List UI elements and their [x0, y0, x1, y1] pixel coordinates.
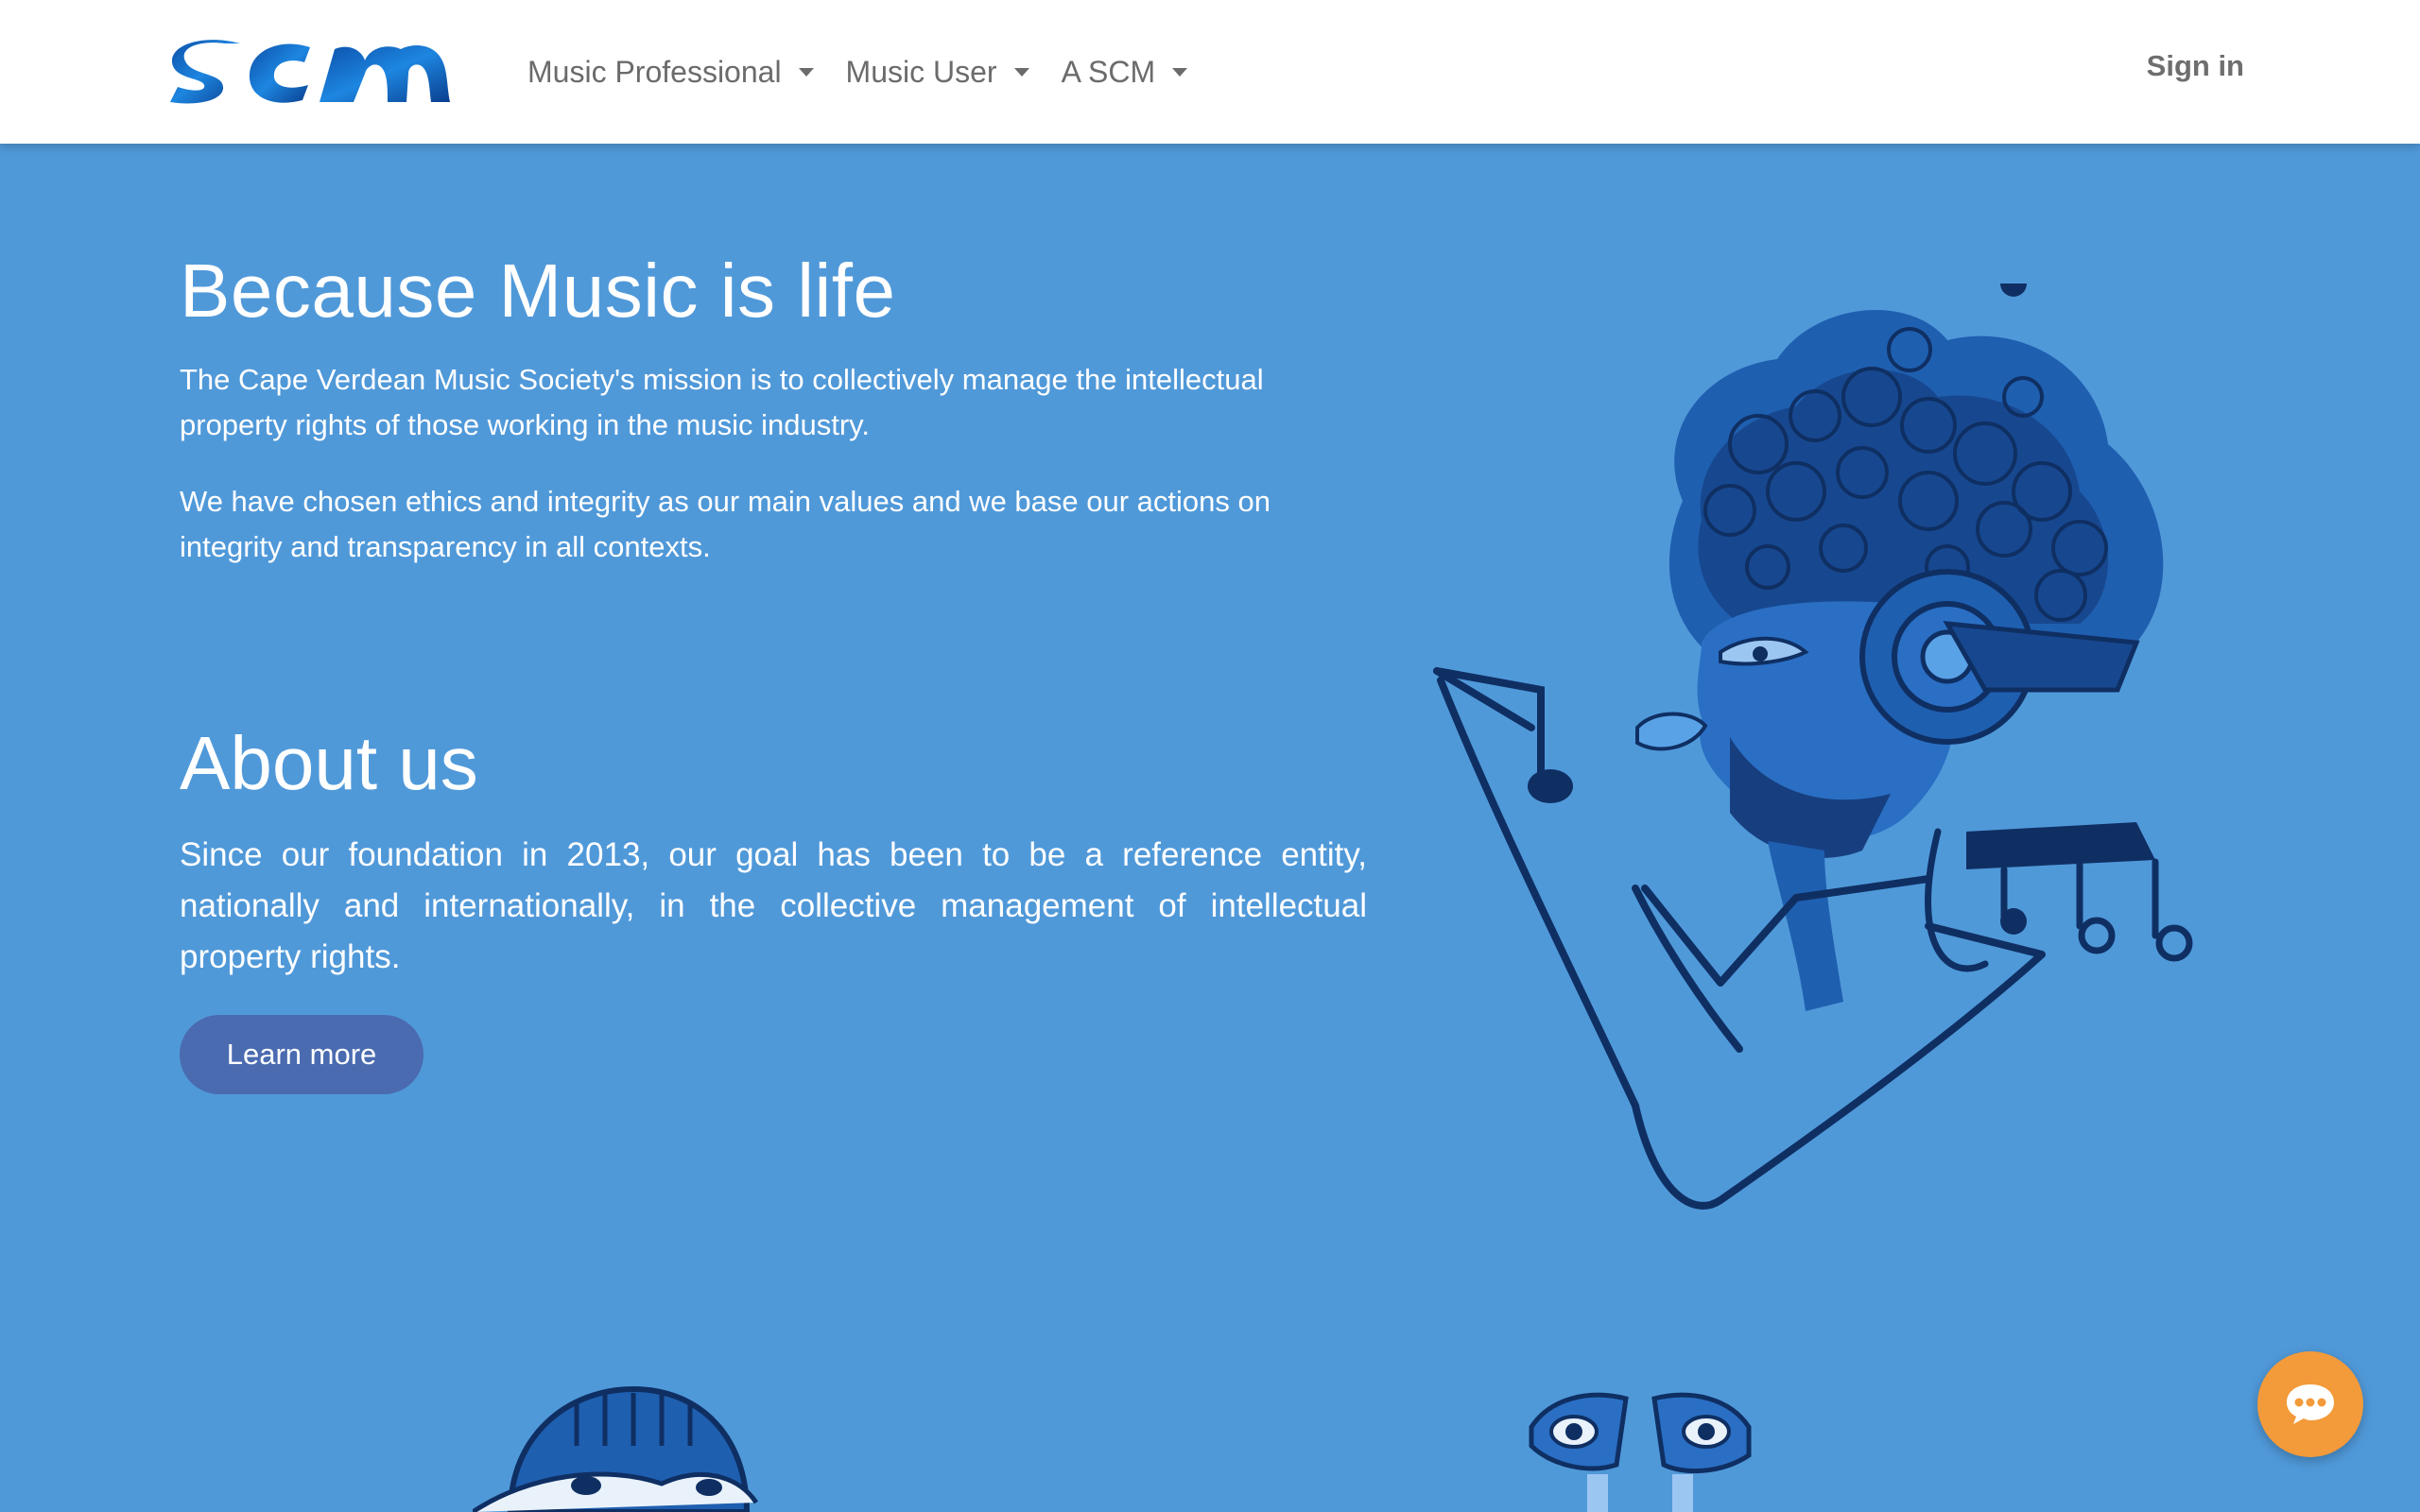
- caret-down-icon: [1013, 67, 1029, 77]
- top-navbar: Music Professional Music User A SCM Sign…: [0, 0, 2420, 144]
- learn-more-button[interactable]: Learn more: [180, 1015, 424, 1094]
- nav-a-scm[interactable]: A SCM: [1062, 47, 1188, 96]
- caret-down-icon: [1172, 67, 1188, 77]
- scm-logo[interactable]: [168, 36, 461, 112]
- microphone-illustration: [473, 1385, 759, 1512]
- musician-headphones-illustration: [1433, 284, 2193, 1210]
- caret-down-icon: [798, 67, 814, 77]
- hero-values-text: We have chosen ethics and integrity as o…: [180, 485, 1270, 563]
- main-nav: Music Professional Music User A SCM: [527, 47, 1219, 96]
- nav-item-label: Music Professional: [527, 54, 782, 89]
- nav-music-user[interactable]: Music User: [846, 47, 1029, 96]
- chat-bubble-icon: [2287, 1384, 2334, 1424]
- hero-mission-text: The Cape Verdean Music Society's mission…: [180, 363, 1264, 441]
- nav-music-professional[interactable]: Music Professional: [527, 47, 814, 96]
- nav-item-label: Music User: [845, 54, 997, 89]
- hero-title: Because Music is life: [180, 249, 896, 333]
- about-text: Since our foundation in 2013, our goal h…: [180, 836, 1367, 975]
- about-title: About us: [180, 721, 478, 805]
- chat-button[interactable]: [2257, 1351, 2363, 1457]
- nav-item-label: A SCM: [1061, 54, 1156, 89]
- sign-in-link[interactable]: Sign in: [2147, 49, 2244, 83]
- eyes-illustration: [1529, 1392, 1752, 1512]
